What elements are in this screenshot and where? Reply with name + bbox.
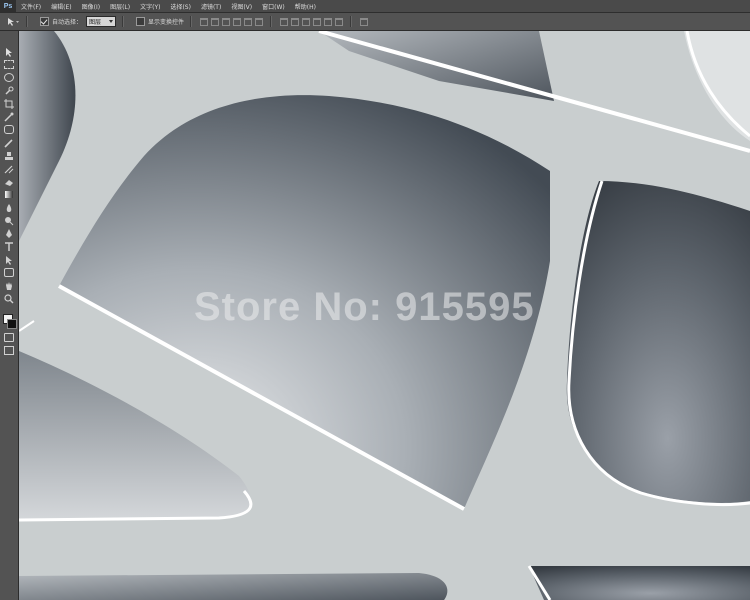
- clone-stamp-tool-icon[interactable]: [0, 149, 18, 162]
- menu-window[interactable]: 窗口(W): [257, 2, 290, 11]
- zoom-tool-icon[interactable]: [0, 292, 18, 305]
- quick-mask-icon[interactable]: [0, 331, 18, 344]
- align-bottom-icon[interactable]: [221, 17, 230, 26]
- align-top-icon[interactable]: [199, 17, 208, 26]
- screen-mode-icon[interactable]: [0, 344, 18, 357]
- quick-select-tool-icon[interactable]: [0, 84, 18, 97]
- tools-panel-header: [0, 31, 18, 45]
- document-canvas[interactable]: Store No: 915595: [19, 31, 750, 600]
- options-bar: 自动选择： 图层 显示变换控件: [0, 13, 750, 31]
- divider: [350, 16, 353, 27]
- store-watermark: Store No: 915595: [194, 285, 535, 329]
- eraser-tool-icon[interactable]: [0, 175, 18, 188]
- align-left-icon[interactable]: [232, 17, 241, 26]
- move-tool-icon[interactable]: [0, 45, 18, 58]
- menu-edit[interactable]: 编辑(E): [46, 2, 76, 11]
- dodge-tool-icon[interactable]: [0, 214, 18, 227]
- color-swatches[interactable]: [0, 313, 18, 331]
- menu-type[interactable]: 文字(Y): [135, 2, 165, 11]
- eyedropper-tool-icon[interactable]: [0, 110, 18, 123]
- distribute-vcenter-icon[interactable]: [290, 17, 299, 26]
- auto-align-icon[interactable]: [359, 17, 368, 26]
- auto-select-dropdown[interactable]: 图层: [86, 16, 117, 27]
- divider: [190, 16, 193, 27]
- divider: [122, 16, 125, 27]
- distribute-right-icon[interactable]: [334, 17, 343, 26]
- tool-spacer: [0, 305, 18, 313]
- align-hcenter-icon[interactable]: [243, 17, 252, 26]
- marquee-tool-icon[interactable]: [0, 58, 18, 71]
- lasso-tool-icon[interactable]: [0, 71, 18, 84]
- show-transform-label: 显示变换控件: [148, 19, 185, 26]
- spot-heal-tool-icon[interactable]: [0, 123, 18, 136]
- divider: [26, 16, 28, 27]
- distribute-left-icon[interactable]: [312, 17, 321, 26]
- distribute-hcenter-icon[interactable]: [323, 17, 332, 26]
- shape-tool-icon[interactable]: [0, 266, 18, 279]
- path-select-tool-icon[interactable]: [0, 253, 18, 266]
- move-tool-preset[interactable]: [6, 17, 20, 27]
- crop-tool-icon[interactable]: [0, 97, 18, 110]
- gradient-tool-icon[interactable]: [0, 188, 18, 201]
- menu-help[interactable]: 帮助(H): [290, 2, 321, 11]
- photoshop-logo: Ps: [0, 0, 16, 12]
- blur-tool-icon[interactable]: [0, 201, 18, 214]
- align-right-icon[interactable]: [254, 17, 263, 26]
- menu-filter[interactable]: 滤镜(T): [196, 2, 226, 11]
- menu-file[interactable]: 文件(F): [16, 2, 46, 11]
- tools-panel: [0, 31, 19, 600]
- history-brush-tool-icon[interactable]: [0, 162, 18, 175]
- auto-select-checkbox[interactable]: [40, 17, 49, 26]
- divider: [270, 16, 273, 27]
- hand-tool-icon[interactable]: [0, 279, 18, 292]
- menu-bar: Ps 文件(F) 编辑(E) 图像(I) 图层(L) 文字(Y) 选择(S) 滤…: [0, 0, 750, 13]
- show-transform-checkbox[interactable]: [136, 17, 146, 26]
- distribute-top-icon[interactable]: [279, 17, 288, 26]
- menu-image[interactable]: 图像(I): [77, 2, 105, 11]
- distribute-bottom-icon[interactable]: [301, 17, 310, 26]
- brush-tool-icon[interactable]: [0, 136, 18, 149]
- pen-tool-icon[interactable]: [0, 227, 18, 240]
- menu-view[interactable]: 视图(V): [226, 2, 257, 11]
- menu-layer[interactable]: 图层(L): [105, 2, 135, 11]
- background-color-swatch[interactable]: [7, 319, 17, 329]
- align-vcenter-icon[interactable]: [210, 17, 219, 26]
- menu-select[interactable]: 选择(S): [165, 2, 196, 11]
- auto-select-label: 自动选择：: [52, 19, 83, 26]
- type-tool-icon[interactable]: [0, 240, 18, 253]
- move-tool-icon: [8, 17, 19, 26]
